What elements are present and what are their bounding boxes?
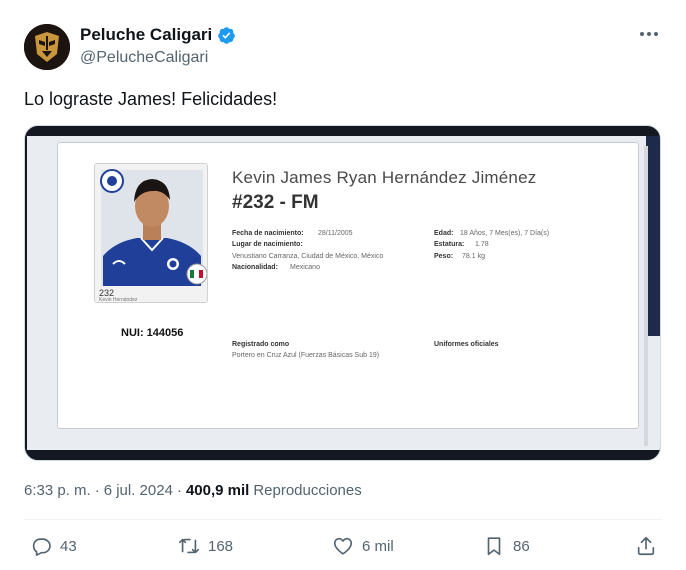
registered-value: Portero en Cruz Azul (Fuerzas Básicas Su… (232, 352, 380, 359)
author-name-row: Peluche Caligari (80, 25, 236, 45)
bookmark-button[interactable]: 86 (483, 535, 530, 557)
heart-icon (333, 537, 353, 555)
player-sticker: 232 Kevin Hernández (94, 163, 208, 303)
reply-button[interactable]: 43 (30, 535, 77, 557)
birth-date-value: 28/11/2005 (318, 230, 353, 237)
reply-count: 43 (60, 537, 77, 555)
dot-icon (654, 32, 658, 36)
weight-label: Peso: (434, 253, 454, 260)
tweet-meta: 6:33 p. m. · 6 jul. 2024 · 400,9 mil Rep… (24, 482, 362, 499)
meta-separator: · (176, 482, 182, 499)
display-name[interactable]: Peluche Caligari (80, 25, 212, 45)
player-number-position: #232 - FM (232, 192, 319, 213)
dot-icon (640, 32, 644, 36)
action-bar: 43 168 6 mil 86 (0, 531, 686, 563)
tweet-date[interactable]: 6 jul. 2024 (104, 482, 173, 499)
like-button[interactable]: 6 mil (332, 535, 394, 557)
bookmark-icon (487, 537, 501, 556)
nationality-value: Mexicano (290, 264, 320, 271)
birth-date-label: Fecha de nacimiento: (232, 230, 304, 237)
age-label: Edad: (434, 230, 454, 237)
nui-label: NUI: 144056 (121, 327, 184, 339)
tweet-text: Lo lograste James! Felicidades! (24, 89, 278, 109)
tweet-time[interactable]: 6:33 p. m. (24, 482, 91, 499)
retweet-icon (179, 538, 199, 554)
media-side-strip (646, 136, 660, 336)
views-label: Reproducciones (253, 482, 362, 499)
tweet-media-image[interactable]: 232 Kevin Hernández NUI: 144056 Kevin Ja… (24, 125, 661, 461)
nationality-label: Nacionalidad: (232, 264, 278, 271)
retweet-button[interactable]: 168 (178, 535, 233, 557)
share-icon (637, 536, 655, 556)
weight-value: 78.1 kg (462, 253, 485, 260)
uniforms-label: Uniformes oficiales (434, 341, 499, 348)
age-value: 18 Años, 7 Mes(es), 7 Día(s) (460, 230, 550, 237)
dot-icon (647, 32, 651, 36)
avatar-logo-icon (24, 24, 70, 70)
height-value: 1.78 (475, 241, 489, 248)
reply-icon (32, 538, 51, 556)
birth-place-value: Venustiano Carranza, Ciudad de México, M… (232, 253, 384, 260)
player-photo (95, 164, 207, 302)
birth-place-label: Lugar de nacimiento: (232, 241, 303, 248)
views-count: 400,9 mil (185, 482, 250, 499)
player-profile-card: 232 Kevin Hernández NUI: 144056 Kevin Ja… (57, 142, 639, 429)
meta-separator: · (94, 482, 100, 499)
verified-badge-icon (218, 26, 236, 44)
registered-label: Registrado como (232, 341, 290, 348)
share-button[interactable] (635, 535, 657, 557)
sticker-player-name: Kevin Hernández (99, 297, 138, 303)
tweet: Peluche Caligari @PelucheCaligari Lo log… (0, 0, 686, 570)
like-count: 6 mil (362, 537, 394, 555)
height-label: Estatura: (434, 241, 465, 248)
divider (24, 519, 662, 520)
avatar[interactable] (24, 24, 70, 70)
player-full-name: Kevin James Ryan Hernández Jiménez (232, 168, 537, 187)
more-options-button[interactable] (638, 26, 660, 42)
retweet-count: 168 (208, 537, 234, 555)
media-side-panel (644, 146, 648, 446)
author-handle[interactable]: @PelucheCaligari (80, 49, 208, 67)
bookmark-count: 86 (513, 537, 530, 555)
